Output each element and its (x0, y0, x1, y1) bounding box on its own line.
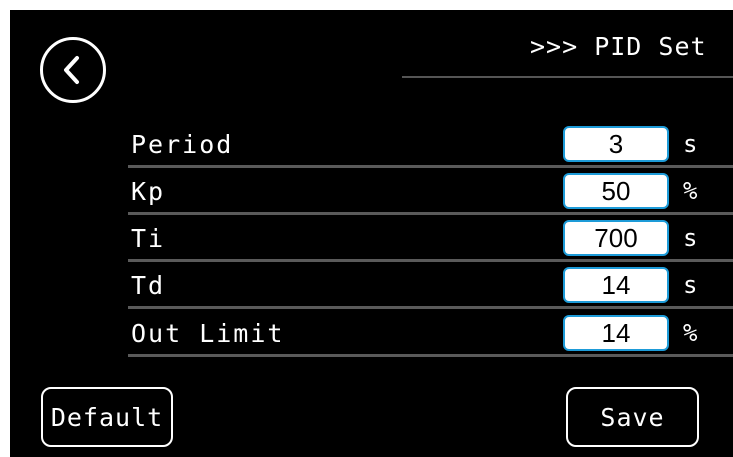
page-title: >>> PID Set (530, 32, 707, 61)
chevron-left-icon (64, 56, 79, 84)
row-ti: Ti 700 s (128, 218, 733, 262)
row-td: Td 14 s (128, 265, 733, 309)
out-limit-unit: % (683, 319, 698, 347)
pid-settings-screen: >>> PID Set Period 3 s Kp 50 % Ti 700 s … (10, 10, 733, 457)
ti-unit: s (683, 224, 698, 252)
period-input[interactable]: 3 (563, 126, 669, 162)
title-divider (402, 76, 733, 78)
ti-input[interactable]: 700 (563, 220, 669, 256)
kp-unit: % (683, 177, 698, 205)
td-label: Td (131, 271, 166, 300)
ti-label: Ti (131, 224, 166, 253)
td-unit: s (683, 271, 698, 299)
row-period: Period 3 s (128, 124, 733, 168)
row-kp: Kp 50 % (128, 171, 733, 215)
kp-label: Kp (131, 177, 166, 206)
back-button[interactable] (40, 37, 106, 103)
default-button[interactable]: Default (41, 387, 173, 447)
out-limit-input[interactable]: 14 (563, 315, 669, 351)
period-unit: s (683, 130, 698, 158)
row-out-limit: Out Limit 14 % (128, 313, 733, 357)
save-button[interactable]: Save (566, 387, 699, 447)
period-label: Period (131, 130, 234, 159)
td-input[interactable]: 14 (563, 267, 669, 303)
kp-input[interactable]: 50 (563, 173, 669, 209)
out-limit-label: Out Limit (131, 319, 285, 348)
